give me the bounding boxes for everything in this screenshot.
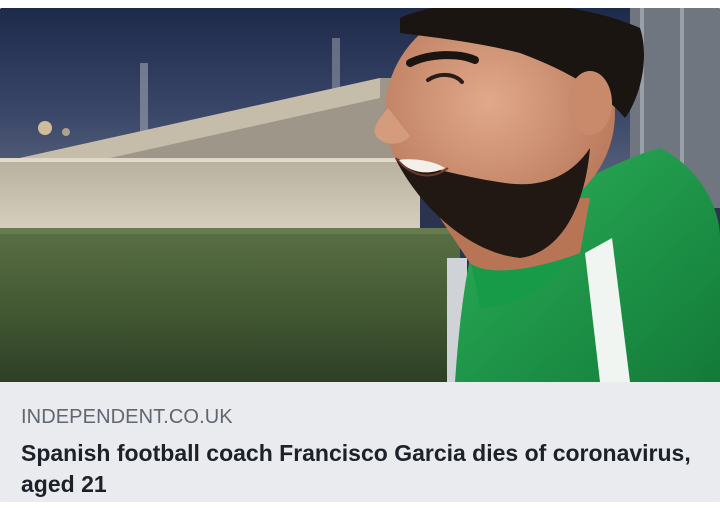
article-headline[interactable]: Spanish football coach Francisco Garcia … — [21, 438, 701, 500]
link-caption[interactable]: INDEPENDENT.CO.UK Spanish football coach… — [0, 382, 720, 502]
link-preview-card[interactable]: INDEPENDENT.CO.UK Spanish football coach… — [0, 8, 720, 502]
article-photo[interactable] — [0, 8, 720, 382]
source-domain: INDEPENDENT.CO.UK — [21, 406, 233, 428]
photo-illustration — [0, 8, 720, 382]
